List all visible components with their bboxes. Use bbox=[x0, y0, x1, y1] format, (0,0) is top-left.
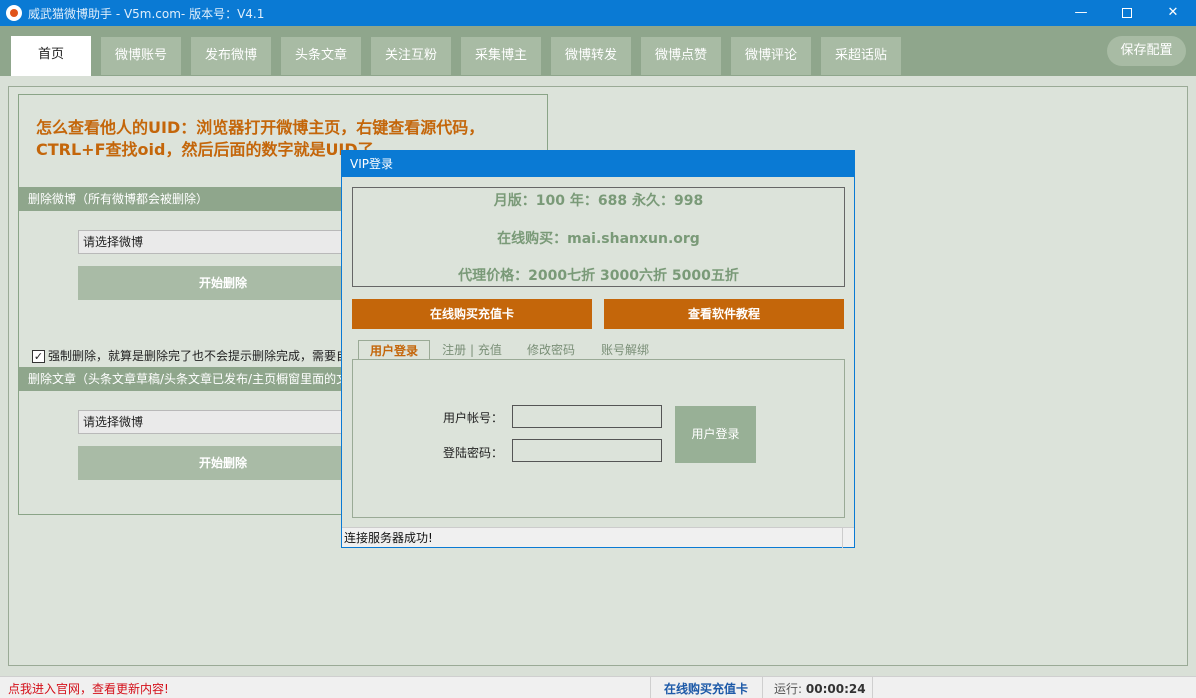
tutorial-button[interactable]: 查看软件教程 bbox=[604, 299, 844, 329]
tab-user-login[interactable]: 用户登录 bbox=[358, 340, 430, 360]
maximize-button[interactable] bbox=[1104, 0, 1150, 26]
status-divider bbox=[762, 677, 763, 698]
window-title: 威武猫微博助手 - V5m.com- 版本号：V4.1 bbox=[28, 7, 265, 21]
tab-super-topic[interactable]: 采超话贴 bbox=[821, 37, 901, 75]
status-divider bbox=[872, 677, 873, 698]
account-input[interactable] bbox=[512, 405, 662, 428]
tab-weibo-like[interactable]: 微博点赞 bbox=[641, 37, 721, 75]
status-divider bbox=[650, 677, 651, 698]
force-delete-row[interactable]: ✓ 强制删除，就算是删除完了也不会提示删除完成，需要自 bbox=[32, 347, 348, 363]
weibo-select-1[interactable]: 请选择微博 bbox=[78, 230, 368, 254]
force-delete-label: 强制删除，就算是删除完了也不会提示删除完成，需要自 bbox=[48, 349, 349, 363]
tab-follow-mutual[interactable]: 关注互粉 bbox=[371, 37, 451, 75]
agent-price-line: 代理价格：2000七折 3000六折 5000五折 bbox=[458, 268, 739, 284]
run-time-label: 运行: bbox=[774, 682, 803, 696]
password-label: 登陆密码： bbox=[443, 446, 504, 460]
tab-change-password[interactable]: 修改密码 bbox=[518, 340, 584, 360]
tab-weibo-repost[interactable]: 微博转发 bbox=[551, 37, 631, 75]
dialog-title: VIP登录 bbox=[342, 151, 854, 177]
buy-online-line: 在线购买：mai.shanxun.org bbox=[497, 231, 700, 247]
password-input[interactable] bbox=[512, 439, 662, 462]
run-time-value: 00:00:24 bbox=[805, 682, 866, 696]
start-delete-button-2[interactable]: 开始删除 bbox=[78, 446, 368, 480]
tab-headline-article[interactable]: 头条文章 bbox=[281, 37, 361, 75]
buy-card-button[interactable]: 在线购买充值卡 bbox=[352, 299, 592, 329]
weibo-app-icon bbox=[6, 5, 22, 21]
tab-weibo-comment[interactable]: 微博评论 bbox=[731, 37, 811, 75]
tab-publish-weibo[interactable]: 发布微博 bbox=[191, 37, 271, 75]
run-time-display: 运行: 00:00:24 bbox=[774, 680, 866, 697]
tab-collect-bloggers[interactable]: 采集博主 bbox=[461, 37, 541, 75]
tab-unbind-account[interactable]: 账号解绑 bbox=[594, 340, 656, 360]
official-site-link[interactable]: 点我进入官网，查看更新内容! bbox=[8, 680, 169, 697]
account-label: 用户帐号： bbox=[443, 411, 504, 425]
price-info-box: 月版：100 年：688 永久：998 在线购买：mai.shanxun.org… bbox=[352, 187, 845, 287]
status-bar: 点我进入官网，查看更新内容! 在线购买充值卡 运行: 00:00:24 bbox=[0, 676, 1196, 698]
tab-home[interactable]: 首页 bbox=[11, 36, 91, 76]
weibo-select-2[interactable]: 请选择微博 bbox=[78, 410, 368, 434]
dialog-status-text: 连接服务器成功! bbox=[344, 531, 433, 545]
close-button[interactable]: ✕ bbox=[1150, 0, 1196, 26]
start-delete-button-1[interactable]: 开始删除 bbox=[78, 266, 368, 300]
save-config-button[interactable]: 保存配置 bbox=[1107, 36, 1186, 66]
vip-login-dialog: VIP登录 月版：100 年：688 永久：998 在线购买：mai.shanx… bbox=[341, 150, 855, 548]
minimize-button[interactable]: — bbox=[1058, 0, 1104, 26]
tab-weibo-account[interactable]: 微博账号 bbox=[101, 37, 181, 75]
tab-register-recharge[interactable]: 注册 | 充值 bbox=[434, 340, 510, 360]
maximize-icon bbox=[1122, 7, 1132, 18]
dialog-status-bar: 连接服务器成功! bbox=[342, 527, 854, 548]
force-delete-checkbox[interactable]: ✓ bbox=[32, 350, 45, 363]
user-login-button[interactable]: 用户登录 bbox=[675, 406, 756, 463]
header-bar: 首页 微博账号 发布微博 头条文章 关注互粉 采集博主 微博转发 微博点赞 微博… bbox=[0, 26, 1196, 76]
uid-help-line-1: 怎么查看他人的UID：浏览器打开微博主页，右键查看源代码， bbox=[36, 118, 485, 137]
title-bar: 威武猫微博助手 - V5m.com- 版本号：V4.1 — ✕ bbox=[0, 0, 1196, 26]
price-line: 月版：100 年：688 永久：998 bbox=[493, 193, 704, 209]
status-buy-card-link[interactable]: 在线购买充值卡 bbox=[664, 680, 748, 697]
resize-grip-icon[interactable] bbox=[842, 528, 854, 548]
